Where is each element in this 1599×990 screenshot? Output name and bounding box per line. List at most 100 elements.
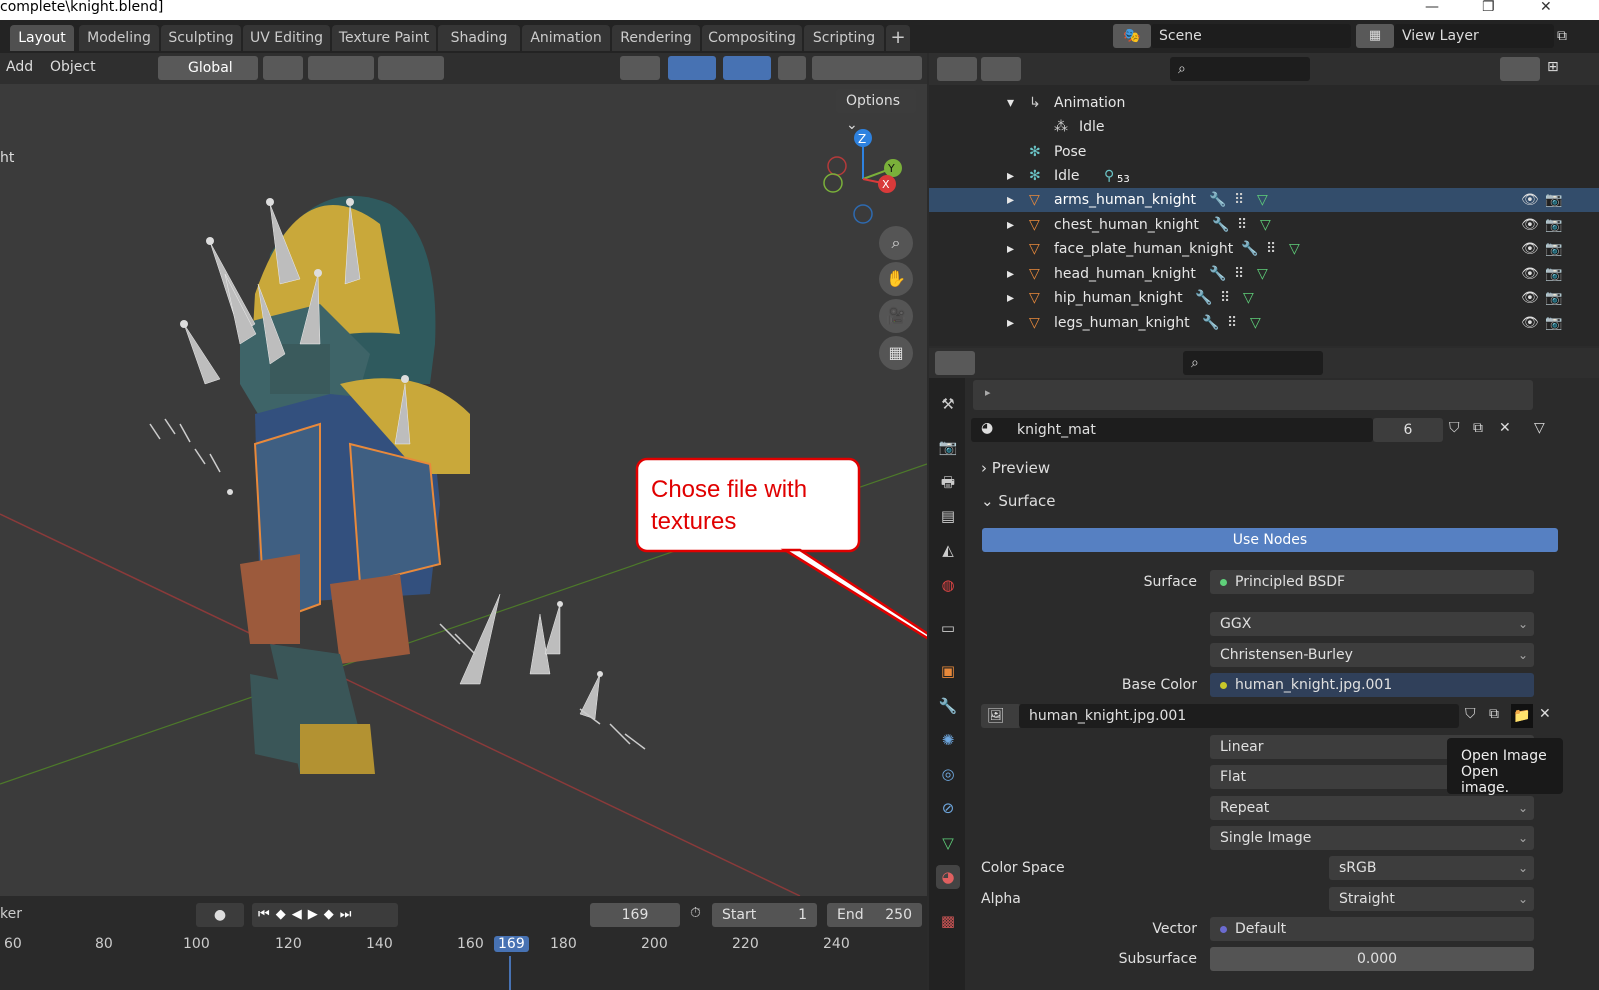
editor-type-icon[interactable] [937,57,977,81]
camera-icon[interactable]: 🎥 [879,299,913,333]
eye-icon[interactable]: 👁 [1521,262,1539,286]
expand-arrow-icon[interactable]: ▸ [1007,164,1014,188]
tab-scripting[interactable]: Scripting [804,25,884,51]
tab-sculpting[interactable]: Sculpting [161,25,241,51]
outliner-search-input[interactable]: ⌕ [1170,57,1310,81]
pan-hand-icon[interactable]: ✋ [879,262,913,296]
overlay-toggle[interactable] [723,56,771,80]
minimize-icon[interactable]: — [1425,0,1439,14]
view-layer-field[interactable]: View Layer [1394,24,1554,48]
material-tab-icon[interactable]: ◕ [936,865,960,889]
3d-viewport[interactable]: Chose file with textures ht Options ⌄ Z … [0,84,927,896]
expand-arrow-icon[interactable]: ▸ [1007,188,1014,212]
eye-icon[interactable]: 👁 [1521,237,1539,261]
render-camera-icon[interactable]: 📷 [1545,213,1562,237]
eye-icon[interactable]: 👁 [1521,188,1539,212]
copy-view-layer-icon[interactable]: ⧉ [1557,28,1567,44]
scene-field[interactable]: Scene [1151,24,1351,48]
output-tab-icon[interactable]: 🖶 [936,470,960,494]
list-item[interactable]: ⁂ Idle [929,115,1599,139]
grid-view-icon[interactable]: ▦ [879,336,913,370]
display-mode-icon[interactable] [981,57,1021,81]
render-tab-icon[interactable]: 📷 [936,435,960,459]
texture-tab-icon[interactable]: ▩ [936,909,960,933]
list-item[interactable]: ▸ ▽ face_plate_human_knight 🔧 ⠿ ▽ 👁 📷 [929,237,1599,261]
maximize-icon[interactable]: ❐ [1482,0,1495,14]
fake-user-icon[interactable]: ⛉ [1465,706,1476,722]
distribution-dropdown[interactable]: GGX ⌄ [1210,612,1534,636]
playback-controls[interactable]: ⏮◆◀▶◆⏭ [252,903,398,927]
close-window-icon[interactable]: ✕ [1540,0,1552,14]
duplicate-material-icon[interactable]: ⧉ [1473,420,1483,436]
scene-selector-icon[interactable]: 🎭 [1113,24,1151,48]
list-item[interactable]: ▸ ▽ chest_human_knight 🔧 ⠿ ▽ 👁 📷 [929,213,1599,237]
proportional-edit-toggle[interactable] [378,56,444,80]
properties-editor-type-icon[interactable] [935,351,975,375]
fake-user-icon[interactable]: ⛉ [1449,420,1460,436]
new-collection-icon[interactable]: ⊞ [1547,59,1559,75]
vector-field[interactable]: Default [1210,917,1534,941]
duplicate-image-icon[interactable]: ⧉ [1489,706,1499,722]
material-users-field[interactable]: 6 [1373,418,1443,442]
unlink-material-icon[interactable]: ✕ [1499,420,1511,436]
particles-tab-icon[interactable]: ✺ [936,728,960,752]
list-item[interactable]: ▸ ✻ Idle ⚲ 53 [929,164,1599,188]
object-tab-icon[interactable]: ▣ [936,659,960,683]
expand-arrow-icon[interactable]: ▾ [1007,91,1014,115]
pivot-dropdown[interactable] [263,56,303,80]
list-item[interactable]: ▸ ▽ legs_human_knight 🔧 ⠿ ▽ 👁 📷 [929,311,1599,335]
add-menu[interactable]: Add [6,59,33,75]
eye-icon[interactable]: 👁 [1521,286,1539,310]
tab-layout[interactable]: Layout [10,25,74,51]
base-color-field[interactable]: human_knight.jpg.001 [1210,673,1534,697]
material-name-field[interactable]: knight_mat [971,418,1373,442]
constraints-tab-icon[interactable]: ⊘ [936,796,960,820]
browse-material-icon[interactable]: ▽ [1534,420,1545,436]
filter-icon[interactable] [1500,57,1540,81]
render-camera-icon[interactable]: 📷 [1545,237,1562,261]
collection-tab-icon[interactable]: ▭ [936,616,960,640]
gizmo-toggle[interactable] [668,56,716,80]
eye-icon[interactable]: 👁 [1521,213,1539,237]
view-layer-tab-icon[interactable]: ▤ [936,504,960,528]
tab-animation[interactable]: Animation [522,25,610,51]
options-dropdown[interactable]: Options ⌄ [836,89,916,133]
list-item[interactable]: ▸ ▽ head_human_knight 🔧 ⠿ ▽ 👁 📷 [929,262,1599,286]
render-camera-icon[interactable]: 📷 [1545,188,1562,212]
visibility-dropdown[interactable] [620,56,660,80]
add-workspace-icon[interactable]: + [886,25,910,51]
surface-shader-field[interactable]: Principled BSDF [1210,570,1534,594]
tab-modeling[interactable]: Modeling [79,25,159,51]
image-browse-icon[interactable]: 🖼 [981,704,1021,728]
expand-arrow-icon[interactable]: ▸ [1007,213,1014,237]
list-item[interactable]: ▸ ▽ hip_human_knight 🔧 ⠿ ▽ 👁 📷 [929,286,1599,310]
source-dropdown[interactable]: Single Image ⌄ [1210,826,1534,850]
list-item[interactable]: ✻ Pose [929,140,1599,164]
current-frame-field[interactable]: 169 [590,903,680,927]
tab-compositing[interactable]: Compositing [702,25,802,51]
subsurface-method-dropdown[interactable]: Christensen-Burley ⌄ [1210,643,1534,667]
start-frame-field[interactable]: Start 1 [712,903,817,927]
stopwatch-icon[interactable]: ⏱ [690,905,701,921]
render-camera-icon[interactable]: 📷 [1545,262,1562,286]
scene-tab-icon[interactable]: ◭ [936,538,960,562]
shading-modes[interactable] [812,56,922,80]
physics-tab-icon[interactable]: ◎ [936,762,960,786]
properties-search-input[interactable]: ⌕ [1183,351,1323,375]
use-nodes-button[interactable]: Use Nodes [982,528,1558,552]
tool-tab-icon[interactable]: ⚒ [936,392,960,416]
eye-icon[interactable]: 👁 [1521,311,1539,335]
render-camera-icon[interactable]: 📷 [1545,311,1562,335]
end-frame-field[interactable]: End 250 [827,903,922,927]
extension-dropdown[interactable]: Repeat ⌄ [1210,796,1534,820]
view-layer-icon[interactable]: ▦ [1356,24,1394,48]
zoom-icon[interactable]: ⌕ [879,226,913,260]
tab-shading[interactable]: Shading [438,25,520,51]
image-name-field[interactable]: human_knight.jpg.001 [1019,704,1459,728]
tab-uv-editing[interactable]: UV Editing [243,25,330,51]
navigation-gizmo[interactable]: Z Y X [815,124,915,234]
tab-texture-paint[interactable]: Texture Paint [332,25,436,51]
playhead-frame[interactable]: 169 [494,936,529,952]
tab-rendering[interactable]: Rendering [612,25,700,51]
object-menu[interactable]: Object [50,59,96,75]
